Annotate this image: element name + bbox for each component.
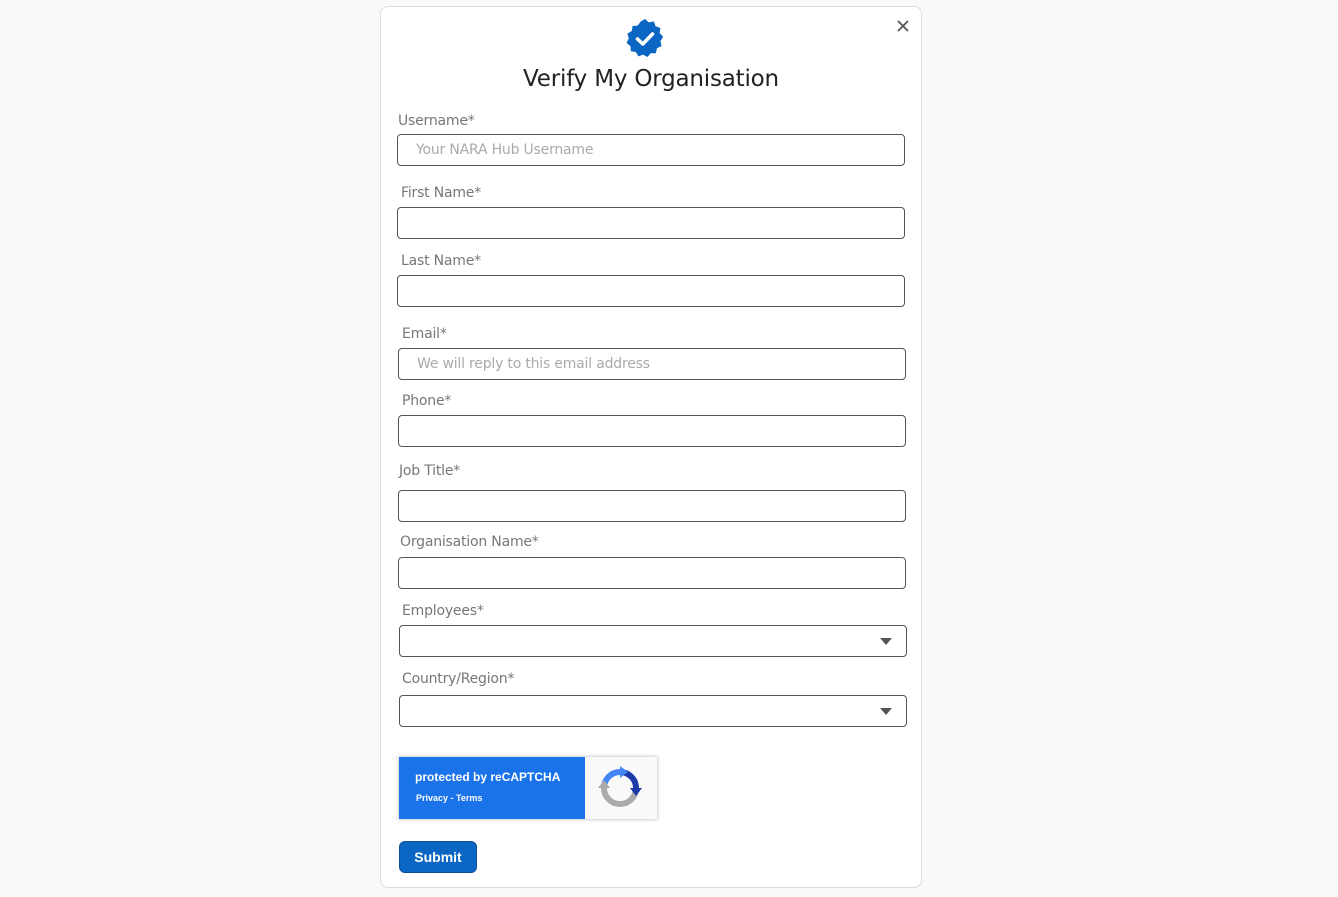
username-input[interactable]: Your NARA Hub Username xyxy=(397,134,905,166)
first-name-input[interactable] xyxy=(397,207,905,239)
country-region-select[interactable] xyxy=(399,695,907,727)
phone-input[interactable] xyxy=(398,415,906,447)
organisation-name-label: Organisation Name* xyxy=(400,534,539,550)
job-title-input[interactable] xyxy=(398,490,906,522)
employees-label: Employees* xyxy=(402,603,484,619)
username-label: Username* xyxy=(398,113,475,129)
username-placeholder: Your NARA Hub Username xyxy=(416,142,594,158)
recaptcha-links: Privacy - Terms xyxy=(416,793,482,803)
phone-label: Phone* xyxy=(402,393,452,409)
employees-select[interactable] xyxy=(399,625,907,657)
email-input[interactable]: We will reply to this email address xyxy=(398,348,906,380)
first-name-label: First Name* xyxy=(401,185,482,201)
chevron-down-icon xyxy=(880,708,892,715)
recaptcha-protected-text: protected by reCAPTCHA xyxy=(415,770,561,784)
close-icon[interactable] xyxy=(895,18,911,34)
verified-badge-icon xyxy=(626,19,664,57)
recaptcha-badge: protected by reCAPTCHA Privacy - Terms xyxy=(399,757,657,819)
organisation-name-input[interactable] xyxy=(398,557,906,589)
recaptcha-privacy-link[interactable]: Privacy xyxy=(416,793,448,803)
last-name-label: Last Name* xyxy=(401,253,481,269)
email-label: Email* xyxy=(402,326,447,342)
chevron-down-icon xyxy=(880,638,892,645)
recaptcha-link-separator: - xyxy=(448,793,457,803)
page-title: Verify My Organisation xyxy=(523,66,779,92)
verify-organisation-modal: Verify My Organisation Username* Your NA… xyxy=(380,6,922,888)
last-name-input[interactable] xyxy=(397,275,905,307)
country-region-label: Country/Region* xyxy=(402,671,515,687)
recaptcha-logo-icon xyxy=(598,766,642,807)
recaptcha-info-panel: protected by reCAPTCHA Privacy - Terms xyxy=(399,757,585,819)
job-title-label: Job Title* xyxy=(399,463,461,479)
submit-button[interactable]: Submit xyxy=(399,841,477,873)
recaptcha-terms-link[interactable]: Terms xyxy=(456,793,482,803)
email-placeholder: We will reply to this email address xyxy=(417,356,650,372)
